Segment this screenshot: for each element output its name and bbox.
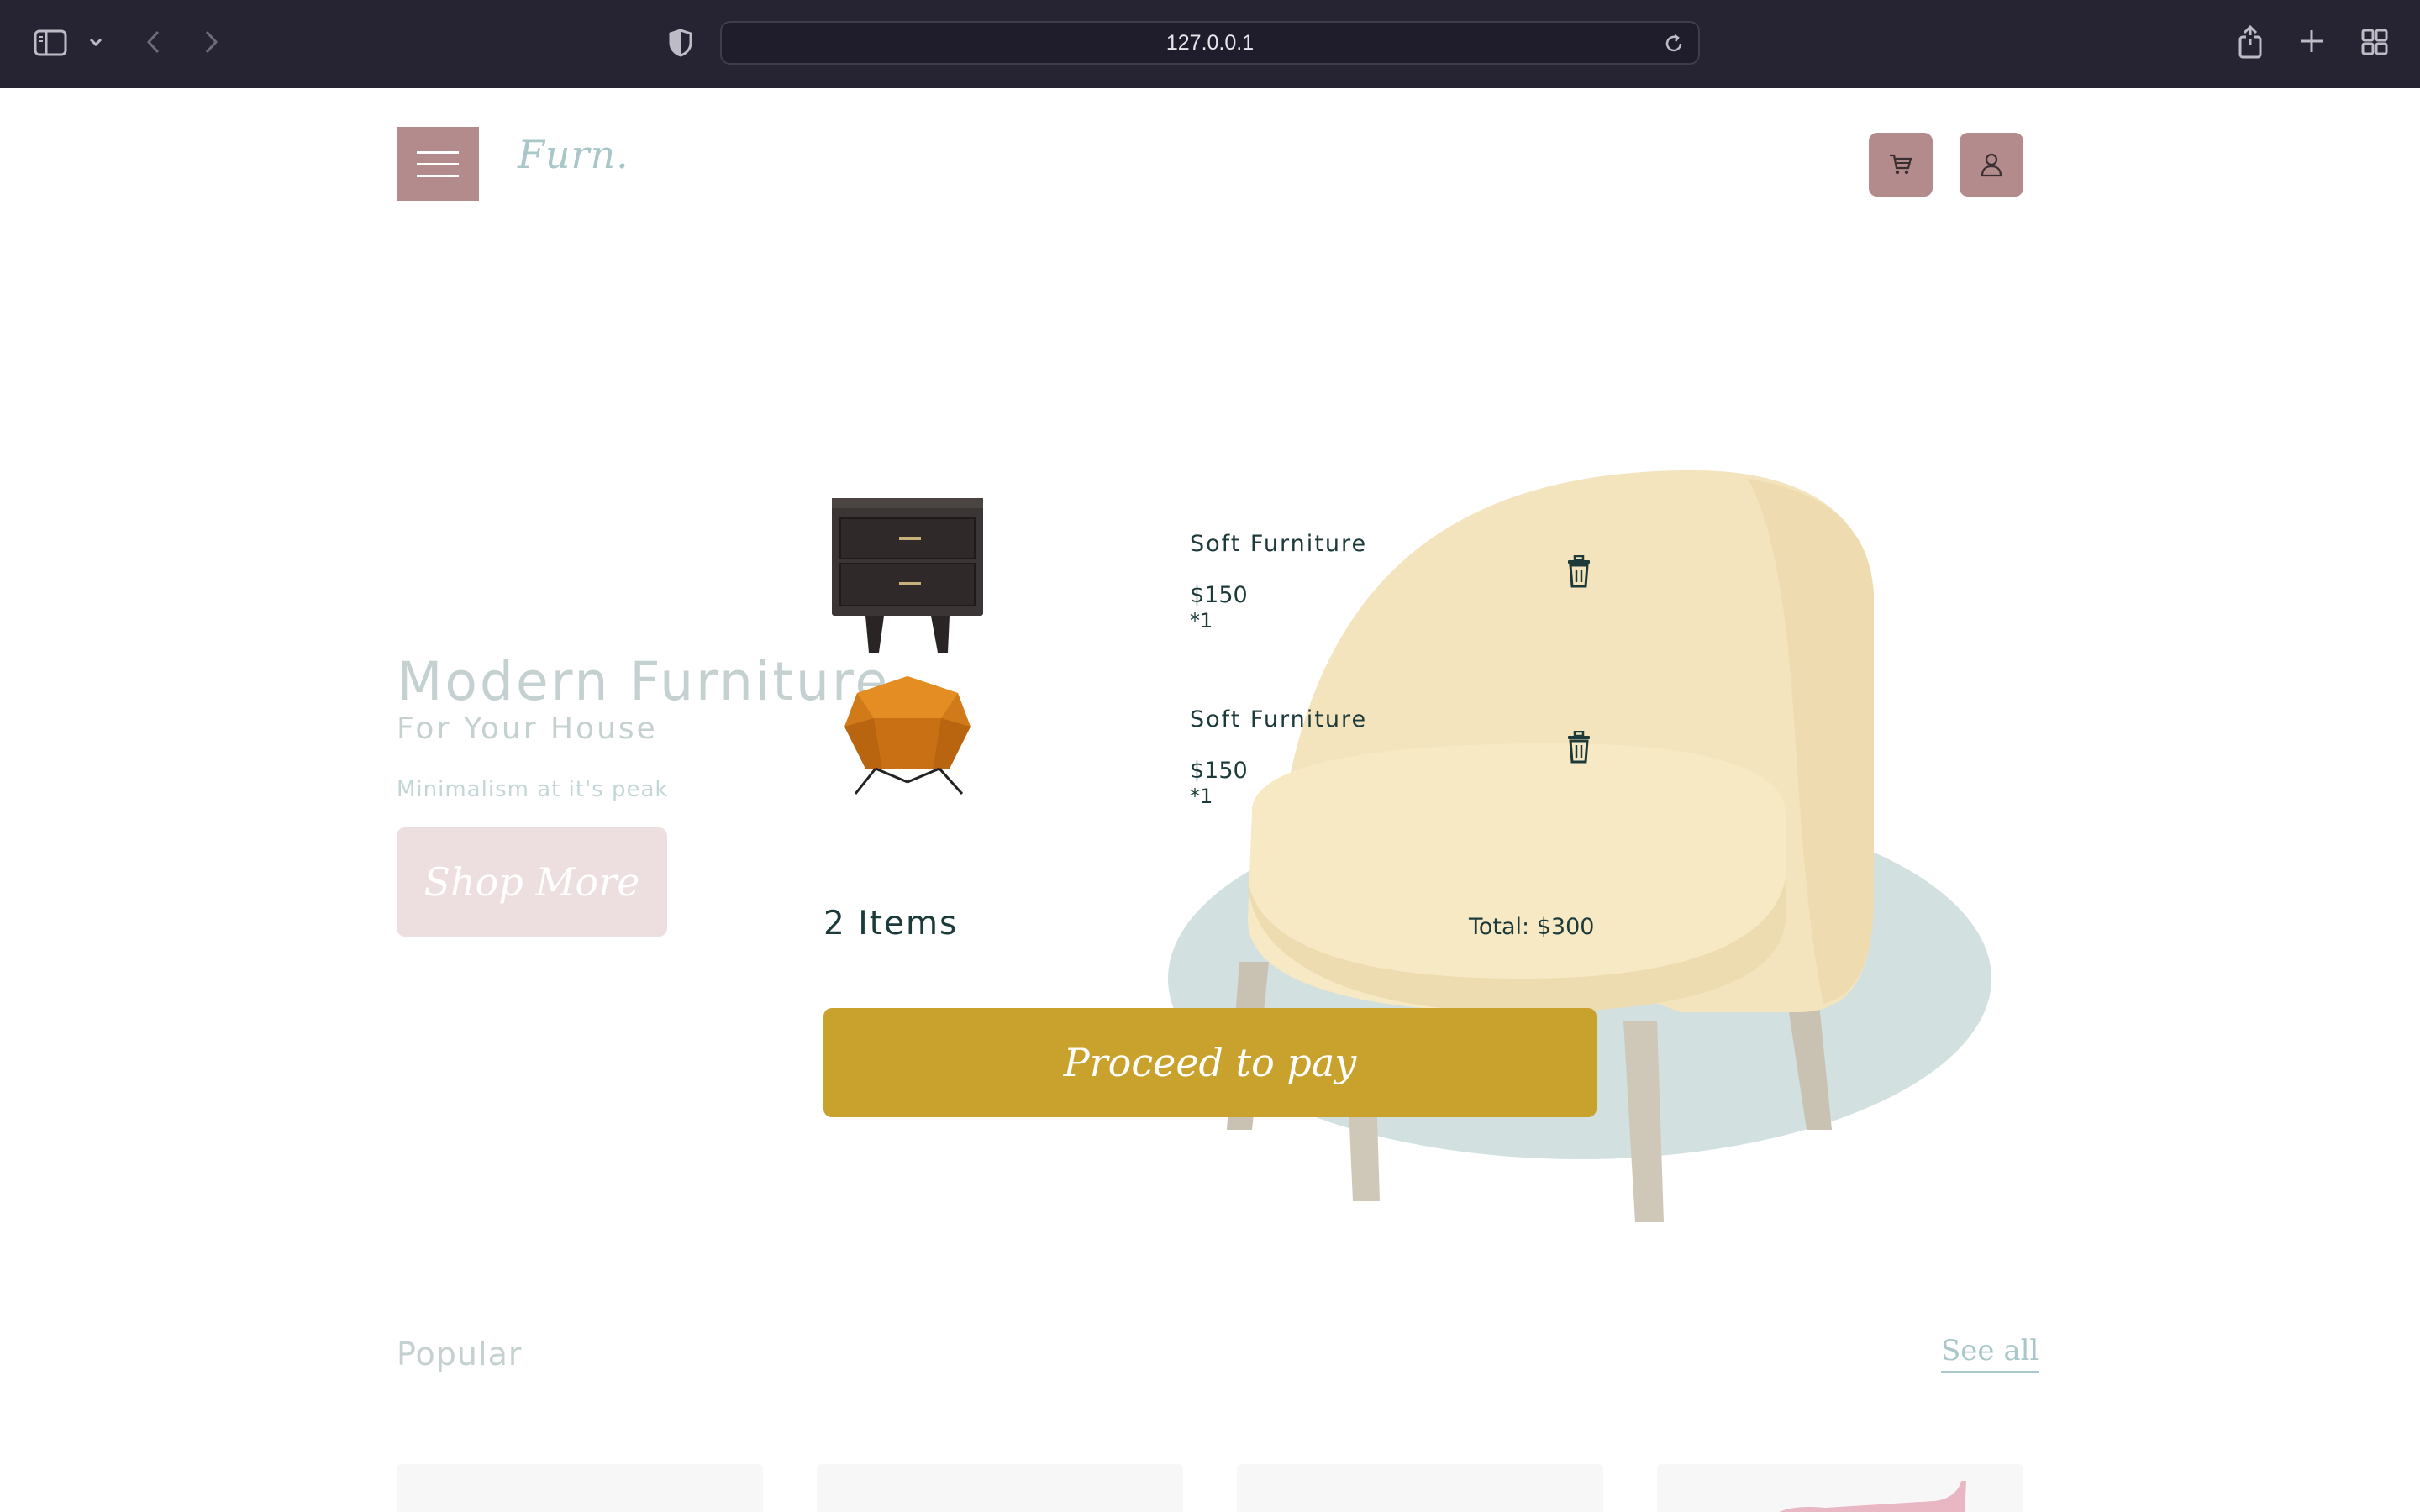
proceed-to-pay-button[interactable]: Proceed to pay [823, 1008, 1597, 1117]
cart-button[interactable] [1869, 133, 1933, 197]
cart-icon [1890, 154, 1912, 175]
nightstand-image [823, 491, 992, 659]
address-bar[interactable]: 127.0.0.1 [720, 21, 1700, 65]
orange-armchair-image [823, 668, 992, 836]
cart-item-count: 2 Items [823, 905, 959, 942]
menu-button[interactable] [397, 127, 479, 201]
shield-icon[interactable] [666, 27, 696, 59]
tab-grid-icon[interactable] [2360, 27, 2390, 57]
url-text: 127.0.0.1 [1165, 30, 1255, 55]
hero-tagline: Minimalism at it's peak [397, 777, 669, 802]
sidebar-icon[interactable] [34, 29, 67, 57]
item-name: Soft Furniture [1190, 706, 1368, 732]
see-all-link[interactable]: See all [1941, 1334, 2039, 1373]
logo[interactable]: Furn. [518, 132, 629, 177]
browser-toolbar: 127.0.0.1 [0, 0, 2420, 88]
share-icon[interactable] [2235, 24, 2265, 60]
plus-icon[interactable] [2297, 27, 2326, 55]
trash-icon[interactable] [1565, 554, 1598, 592]
trash-icon[interactable] [1565, 730, 1598, 768]
chevron-down-icon[interactable] [86, 32, 106, 52]
cart-item: Soft Furniture $150 *1 [823, 491, 1597, 659]
popular-heading: Popular [397, 1336, 523, 1373]
shop-more-button[interactable]: Shop More [397, 827, 667, 937]
item-price: $150 [1190, 582, 1248, 608]
user-button[interactable] [1960, 133, 2023, 197]
menu-icon-line [417, 174, 459, 177]
popular-card[interactable] [1237, 1464, 1603, 1512]
menu-icon-line [417, 150, 459, 154]
popular-card[interactable] [397, 1464, 763, 1512]
hero-title: Modern Furniture [397, 651, 891, 712]
menu-icon-line [417, 162, 459, 165]
hero-subtitle: For Your House [397, 711, 658, 746]
popular-card[interactable] [817, 1464, 1183, 1512]
popular-item-image [1779, 1481, 1966, 1512]
cart-item: Soft Furniture $150 *1 [823, 668, 1597, 836]
forward-icon[interactable] [200, 27, 224, 57]
cart-total: Total: $300 [1469, 914, 1595, 940]
page: Furn. Modern Furniture For Your House Mi… [0, 88, 2420, 1512]
popular-card[interactable] [1657, 1464, 2023, 1512]
back-icon[interactable] [141, 27, 165, 57]
item-quantity: *1 [1190, 609, 1213, 633]
item-name: Soft Furniture [1190, 531, 1368, 557]
reload-icon[interactable] [1663, 33, 1686, 56]
item-quantity: *1 [1190, 785, 1213, 808]
item-price: $150 [1190, 758, 1248, 784]
user-icon [1981, 153, 2002, 177]
